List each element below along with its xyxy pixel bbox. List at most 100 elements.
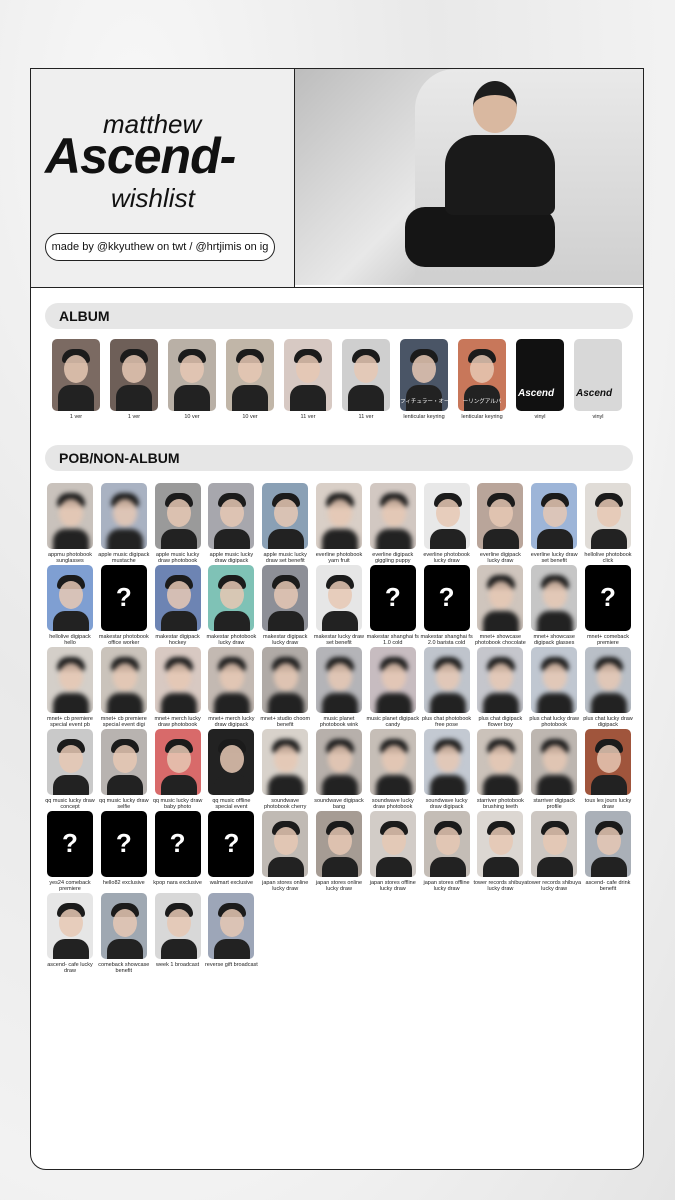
photo-body	[429, 693, 466, 713]
photo-body	[537, 611, 574, 631]
photocard-image	[100, 483, 147, 549]
photo-face	[489, 745, 514, 773]
photo-face	[381, 499, 406, 527]
photocard-label: tower records shibuya lucky draw	[527, 879, 582, 893]
photo-body	[106, 939, 143, 959]
photocard-image: ?	[369, 565, 416, 631]
photocard-label: everline digipack lucky draw	[479, 551, 521, 565]
photocard-image	[208, 565, 255, 631]
photocard-label: everline photobook lucky draw	[423, 551, 470, 565]
photo-body	[429, 857, 466, 877]
photo-face	[489, 581, 514, 609]
photo-face	[274, 745, 299, 773]
pob-grid: appmu photobook sunglasses apple music di…	[45, 483, 635, 975]
photocard-image	[369, 811, 416, 877]
photocard-label: appmu photobook sunglasses	[47, 551, 93, 565]
photocard-label: starriver digipack profile	[533, 797, 575, 811]
photo-body	[590, 529, 627, 549]
photo-body	[232, 385, 268, 411]
photo-body	[375, 857, 412, 877]
photo-body	[214, 611, 251, 631]
photo-face	[180, 355, 204, 383]
photocard-label: 1 ver	[127, 414, 141, 420]
photocard-label: lenticular keyring	[461, 414, 503, 420]
photocard-pob: apple music lucky draw set benefit	[260, 483, 310, 565]
photocard-image	[262, 647, 309, 713]
photo-face	[381, 745, 406, 773]
photo-face	[543, 827, 568, 855]
photocard-pob: everline photobook lucky draw	[422, 483, 472, 565]
photocard-image	[423, 811, 470, 877]
photocard-image	[477, 811, 524, 877]
photocard-label: qq music offline special event	[212, 797, 251, 811]
photo-body	[214, 693, 251, 713]
photocard-image	[315, 647, 362, 713]
photocard-label: hellolive digipack hello	[49, 633, 91, 647]
photocard-label: tous les jours lucky draw	[584, 797, 632, 811]
photocard-album: フィチュラー・オーリング lenticular keyring	[399, 339, 449, 421]
photocard-album: 1 ver	[109, 339, 159, 421]
photocard-label: makestar digipack lucky draw	[263, 633, 308, 647]
photocard-pob: everline digipack lucky draw	[475, 483, 525, 565]
photocard-label: mnet+ showcase photobook chocolate	[474, 633, 526, 647]
photo-face	[489, 663, 514, 691]
photo-face	[596, 827, 621, 855]
header-photo	[295, 69, 643, 285]
photo-face	[220, 581, 245, 609]
title-album: Ascend-	[45, 128, 236, 184]
photo-body	[116, 385, 152, 411]
photocard-image	[284, 339, 332, 411]
question-mark-icon: ?	[115, 828, 132, 859]
photo-face	[489, 499, 514, 527]
photocard-image	[423, 483, 470, 549]
photocard-pob: qq music lucky draw concept	[45, 729, 95, 811]
photocard-pob: music planet digipack candy	[366, 647, 419, 729]
photocard-label: apple music lucky draw set benefit	[263, 551, 307, 565]
header: matthew Ascend- wishlist made by @kkyuth…	[31, 69, 643, 288]
photocard-image	[477, 483, 524, 549]
photocard-image	[369, 729, 416, 795]
photo-body	[429, 529, 466, 549]
photo-body	[268, 693, 305, 713]
photocard-pob: makestar lucky draw set benefit	[314, 565, 364, 647]
photocard-label: ascend- cafe lucky draw	[47, 961, 93, 975]
photocard-image: フィチュラー・オーリング	[400, 339, 448, 411]
photocard-image	[369, 647, 416, 713]
photocard-label: soundwave photobook cherry	[263, 797, 307, 811]
photo-face	[220, 663, 245, 691]
photo-face	[381, 827, 406, 855]
photocard-label: 11 ver	[358, 414, 374, 420]
photocard-pob: ? kpop nara exclusive	[153, 811, 203, 893]
photo-face	[238, 355, 262, 383]
photocard-image	[47, 647, 93, 713]
photo-body	[214, 529, 251, 549]
photocard-image	[477, 729, 524, 795]
photo-face	[59, 663, 83, 691]
photocard-label: 10 ver	[184, 414, 200, 420]
photocard-pob: apple music digipack mustache	[98, 483, 149, 565]
photocard-pob: soundwave lucky draw photobook	[368, 729, 418, 811]
photocard-label: qq music lucky draw concept	[45, 797, 95, 811]
photo-face	[59, 499, 83, 527]
photocard-pob: mnet+ cb premiere special event digi	[99, 647, 149, 729]
photo-body	[160, 529, 197, 549]
photo-body	[537, 857, 574, 877]
photo-face	[327, 745, 352, 773]
photocard-image	[262, 483, 309, 549]
photo-face	[274, 499, 299, 527]
photo-body	[174, 385, 210, 411]
photo-body	[375, 693, 412, 713]
photo-body	[53, 775, 89, 795]
photocard-pob: plus chat lucky draw photobook	[529, 647, 579, 729]
keyring-text: ーリングアルバ	[462, 399, 502, 405]
photocard-label: mnet+ showcase digipack glasses	[533, 633, 575, 647]
question-mark-icon: ?	[169, 828, 186, 859]
photocard-image	[477, 565, 524, 631]
photocard-image	[315, 483, 362, 549]
photocard-image	[423, 729, 470, 795]
photocard-pob: japan stores online lucky draw	[260, 811, 310, 893]
photo-face	[166, 663, 191, 691]
photocard-pob: mnet+ merch lucky draw digipack	[206, 647, 256, 729]
photocard-pob: ? walmart exclusive	[206, 811, 256, 893]
photo-body	[590, 693, 627, 713]
